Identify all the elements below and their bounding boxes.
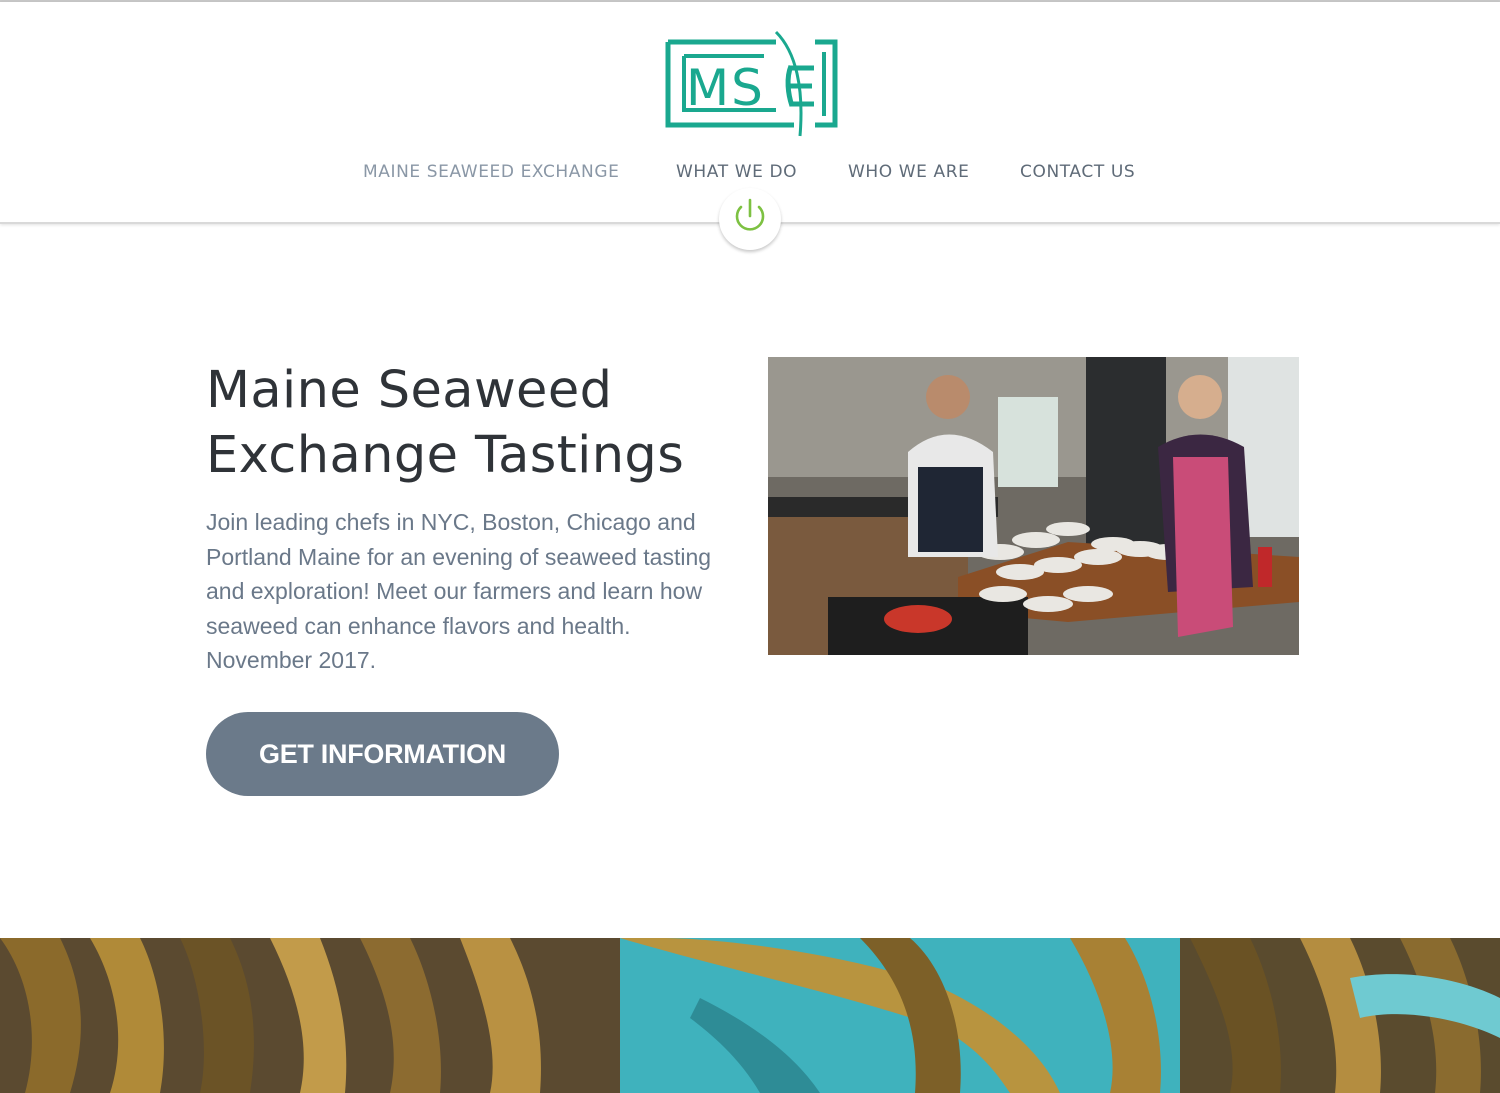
- get-information-button[interactable]: GET INFORMATION: [206, 712, 559, 796]
- nav-item-maine-seaweed-exchange[interactable]: MAINE SEAWEED EXCHANGE: [363, 162, 619, 182]
- hero-title: Maine Seaweed Exchange Tastings: [206, 358, 746, 488]
- hero-description: Join leading chefs in NYC, Boston, Chica…: [206, 509, 712, 673]
- menu-toggle-button[interactable]: [719, 188, 781, 250]
- hero-title-line-2: Exchange Tastings: [206, 426, 685, 485]
- power-icon: [735, 198, 765, 231]
- seaweed-banner-image: [0, 938, 1500, 1093]
- mse-logo-icon: MS: [665, 30, 838, 137]
- nav-item-contact-us[interactable]: CONTACT US: [1020, 162, 1135, 182]
- hero-title-line-1: Maine Seaweed: [206, 361, 613, 420]
- svg-text:MS: MS: [686, 59, 765, 117]
- main-nav: MAINE SEAWEED EXCHANGE WHAT WE DO WHO WE…: [0, 162, 1500, 186]
- nav-item-what-we-do[interactable]: WHAT WE DO: [676, 162, 797, 182]
- kitchen-photo: [768, 357, 1299, 655]
- nav-item-who-we-are[interactable]: WHO WE ARE: [848, 162, 970, 182]
- site-logo[interactable]: MS: [664, 28, 840, 140]
